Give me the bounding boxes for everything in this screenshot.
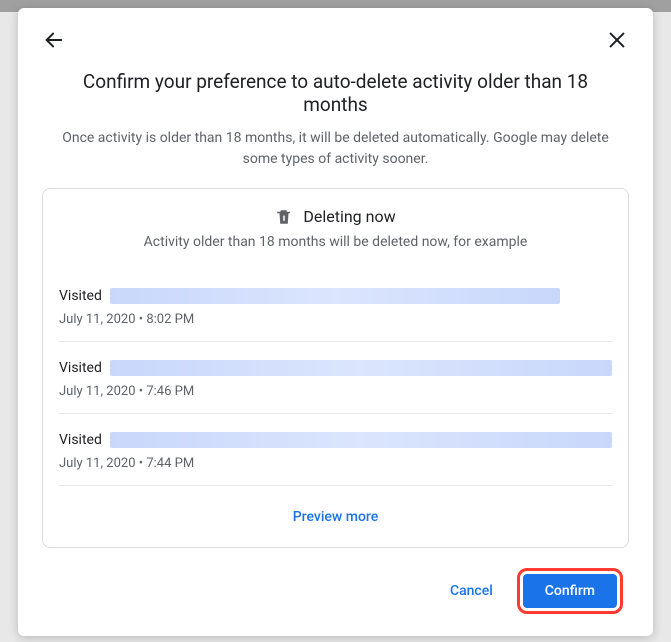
- dialog-subtitle: Once activity is older than 18 months, i…: [18, 128, 653, 188]
- activity-timestamp: July 11, 2020 • 7:44 PM: [59, 456, 612, 471]
- dialog-actions: Cancel Confirm: [18, 548, 653, 632]
- redacted-content: [110, 288, 560, 304]
- activity-item: Visited July 11, 2020 • 7:46 PM: [59, 342, 612, 414]
- activity-action: Visited: [59, 432, 102, 448]
- preview-card: Deleting now Activity older than 18 mont…: [42, 188, 629, 548]
- activity-item: Visited July 11, 2020 • 7:44 PM: [59, 414, 612, 486]
- redacted-content: [110, 432, 612, 448]
- preview-more-row: Preview more: [43, 486, 628, 547]
- confirm-button[interactable]: Confirm: [523, 574, 617, 608]
- card-header: Deleting now Activity older than 18 mont…: [43, 189, 628, 270]
- confirm-dialog: Confirm your preference to auto-delete a…: [18, 8, 653, 636]
- deleting-now-label: Deleting now: [303, 207, 395, 226]
- dialog-header: [18, 8, 653, 60]
- activity-action: Visited: [59, 360, 102, 376]
- activity-timestamp: July 11, 2020 • 8:02 PM: [59, 312, 612, 327]
- activity-action: Visited: [59, 288, 102, 304]
- preview-more-link[interactable]: Preview more: [293, 509, 379, 525]
- arrow-back-icon: [43, 29, 65, 51]
- activity-item: Visited July 11, 2020 • 8:02 PM: [59, 270, 612, 342]
- dialog-title: Confirm your preference to auto-delete a…: [18, 60, 653, 128]
- close-icon: [606, 29, 628, 51]
- highlight-annotation: Confirm: [517, 568, 623, 614]
- close-button[interactable]: [605, 28, 629, 52]
- deleting-now-sub: Activity older than 18 months will be de…: [59, 234, 612, 250]
- trash-icon: [275, 208, 293, 226]
- activity-timestamp: July 11, 2020 • 7:46 PM: [59, 384, 612, 399]
- back-button[interactable]: [42, 28, 66, 52]
- redacted-content: [110, 360, 612, 376]
- cancel-button[interactable]: Cancel: [434, 574, 509, 608]
- activity-list: Visited July 11, 2020 • 8:02 PM Visited …: [43, 270, 628, 486]
